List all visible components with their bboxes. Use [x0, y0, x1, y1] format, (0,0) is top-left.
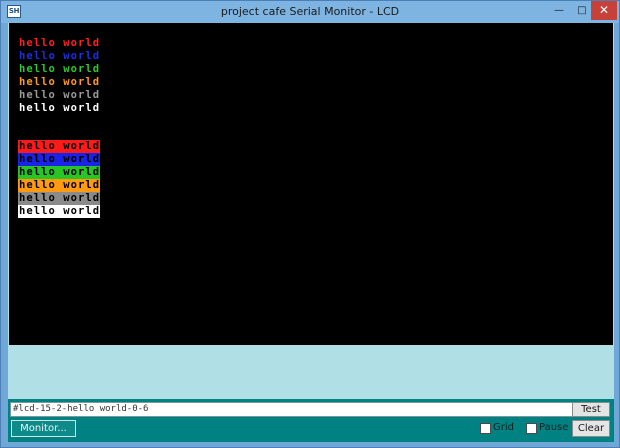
pause-checkbox[interactable]	[526, 423, 537, 434]
clear-button[interactable]: Clear	[572, 420, 610, 437]
window-title: project cafe Serial Monitor - LCD	[220, 5, 400, 18]
lcd-inverse-row-red: hello world	[18, 140, 101, 153]
lcd-inverse-row-green: hello world	[18, 166, 101, 179]
lcd-text-row-red: hello world	[19, 37, 101, 49]
client-area: hello world hello world hello world hell…	[8, 23, 614, 442]
pause-checkbox-label: Pause	[539, 422, 569, 433]
grid-checkbox-label: Grid	[493, 422, 514, 433]
minimize-button[interactable]: —	[547, 2, 571, 20]
lcd-text-row-green: hello world	[19, 63, 101, 75]
command-input[interactable]	[10, 402, 573, 417]
grid-checkbox[interactable]	[480, 423, 491, 434]
lcd-text-row-white: hello world	[19, 102, 101, 114]
lcd-display: hello world hello world hello world hell…	[9, 23, 613, 345]
control-bar: Test Monitor... Grid Pause Clear	[8, 399, 614, 442]
serial-monitor-window: SH project cafe Serial Monitor - LCD — □…	[0, 0, 620, 448]
maximize-button[interactable]: □	[571, 2, 593, 20]
lcd-text-row-gray: hello world	[19, 89, 101, 101]
test-button[interactable]: Test	[572, 402, 610, 417]
title-bar[interactable]: SH project cafe Serial Monitor - LCD — □…	[1, 1, 619, 23]
lcd-inverse-row-gray: hello world	[18, 192, 101, 205]
monitor-button[interactable]: Monitor...	[11, 420, 76, 437]
lcd-inverse-row-white: hello world	[18, 205, 101, 218]
lcd-inverse-row-blue: hello world	[18, 153, 101, 166]
lcd-text-row-blue: hello world	[19, 50, 101, 62]
lcd-inverse-row-orange: hello world	[18, 179, 101, 192]
close-button[interactable]: ✕	[591, 1, 617, 20]
lcd-text-row-orange: hello world	[19, 76, 101, 88]
